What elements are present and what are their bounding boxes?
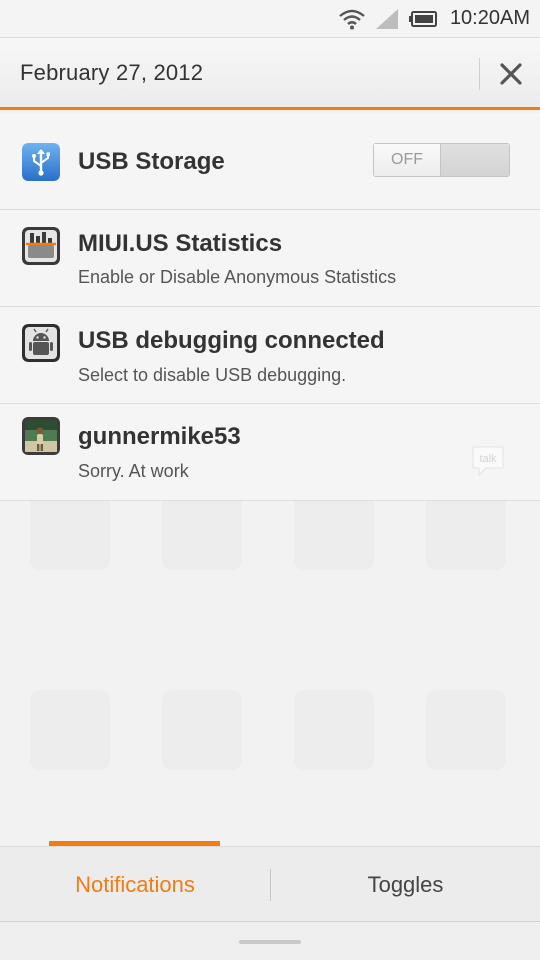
notification-usb-storage[interactable]: USB Storage OFF xyxy=(0,113,540,210)
talk-badge-label: talk xyxy=(479,453,497,465)
header-divider xyxy=(479,58,480,90)
notification-subtitle: Select to disable USB debugging. xyxy=(78,365,347,385)
notification-title: gunnermike53 xyxy=(78,423,241,450)
status-time: 10:20AM xyxy=(449,7,530,29)
background-app-icon xyxy=(30,490,110,570)
notification-miui-statistics[interactable]: MIUI.US Statistics Enable or Disable Ano… xyxy=(0,210,540,307)
background-app-icon xyxy=(426,690,506,770)
usb-icon xyxy=(22,143,60,181)
notification-subtitle: Sorry. At work xyxy=(78,461,189,481)
background-app-icon xyxy=(294,490,374,570)
miui-stats-icon xyxy=(22,227,60,265)
drag-handle[interactable] xyxy=(239,940,301,944)
notification-list: USB Storage OFF MIUI.US Statistics Enabl… xyxy=(0,113,540,501)
background-app-icon xyxy=(294,690,374,770)
background-app-icon xyxy=(162,490,242,570)
notification-title: MIUI.US Statistics xyxy=(78,230,283,257)
notification-title: USB debugging connected xyxy=(78,327,385,354)
notification-subtitle: Enable or Disable Anonymous Statistics xyxy=(78,267,397,287)
toggle-off-label: OFF xyxy=(374,144,441,176)
active-tab-indicator xyxy=(49,841,220,846)
android-debug-icon xyxy=(22,324,60,362)
tab-bar: Notifications Toggles xyxy=(0,841,540,923)
battery-icon xyxy=(408,10,438,28)
background-app-icon xyxy=(162,690,242,770)
tab-toggles[interactable]: Toggles xyxy=(271,847,540,923)
toggle-knob xyxy=(441,144,509,176)
usb-storage-toggle[interactable]: OFF xyxy=(373,143,510,177)
close-icon[interactable] xyxy=(493,56,529,92)
wifi-icon xyxy=(338,8,366,30)
background-app-icon xyxy=(30,690,110,770)
notification-usb-debugging[interactable]: USB debugging connected Select to disabl… xyxy=(0,307,540,404)
background-app-icon xyxy=(426,490,506,570)
notification-header: February 27, 2012 xyxy=(0,38,540,110)
talk-badge-icon: talk xyxy=(470,444,506,483)
avatar-photo xyxy=(22,417,60,455)
header-date: February 27, 2012 xyxy=(20,60,204,85)
tab-notifications[interactable]: Notifications xyxy=(0,847,270,923)
status-bar: 10:20AM xyxy=(0,0,540,38)
signal-icon xyxy=(374,8,400,30)
notification-title: USB Storage xyxy=(78,148,225,175)
notification-gunnermike53[interactable]: gunnermike53 Sorry. At work talk xyxy=(0,404,540,501)
shade-bottom xyxy=(0,922,540,960)
